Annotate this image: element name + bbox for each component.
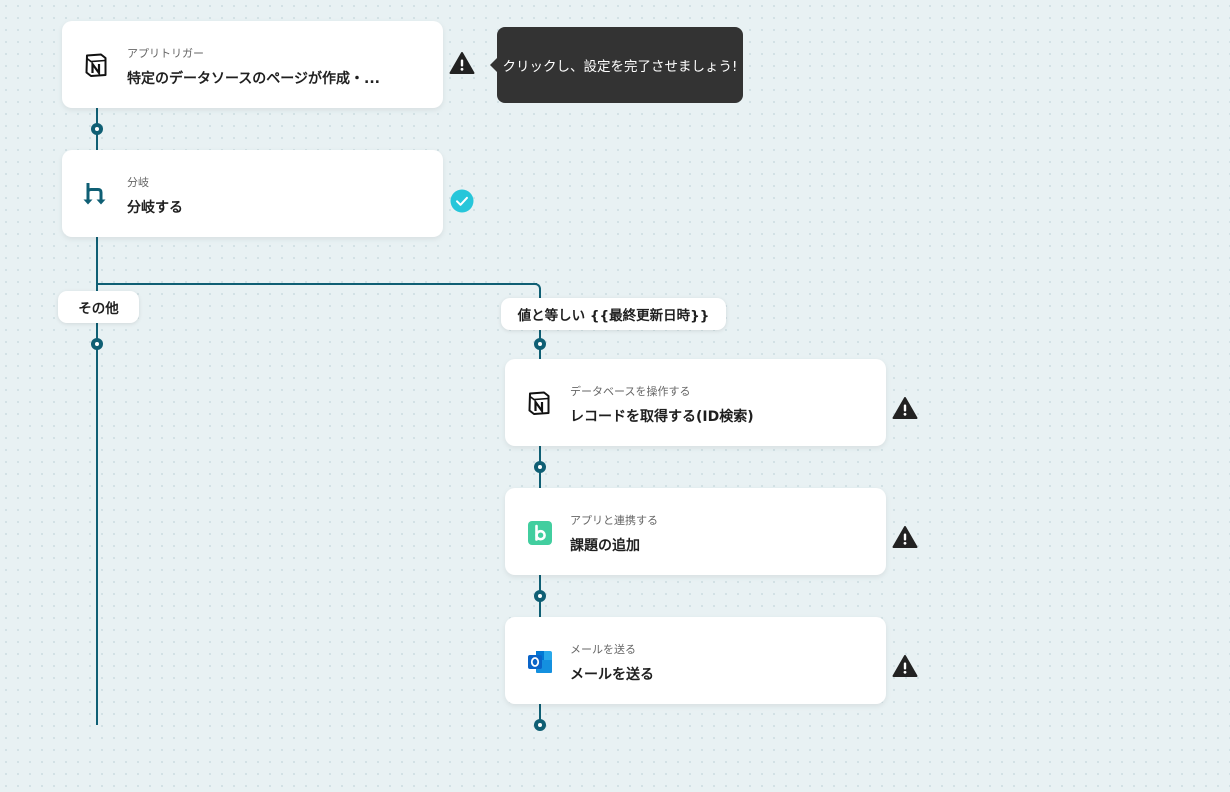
warning-icon[interactable] xyxy=(892,654,918,678)
trigger-card[interactable]: アプリトリガー 特定のデータソースのページが作成・... xyxy=(62,21,443,108)
step-title: メールを送る xyxy=(570,667,654,683)
setup-tooltip: クリックし、設定を完了させましょう! xyxy=(490,27,743,103)
warning-icon[interactable] xyxy=(892,525,918,549)
branch-subtitle: 分岐 xyxy=(127,176,149,189)
warning-icon[interactable] xyxy=(892,396,918,420)
check-icon[interactable] xyxy=(450,189,474,213)
outlook-icon xyxy=(526,648,554,676)
step-title: レコードを取得する(ID検索) xyxy=(570,409,754,425)
backlog-icon xyxy=(527,520,553,546)
step-subtitle: メールを送る xyxy=(570,643,636,656)
branch-title: 分岐する xyxy=(127,200,183,216)
branch-card[interactable]: 分岐 分岐する xyxy=(62,150,443,237)
step-title: 課題の追加 xyxy=(570,538,640,554)
step-card-send-mail[interactable]: メールを送る メールを送る xyxy=(505,617,886,704)
step-subtitle: データベースを操作する xyxy=(570,385,691,398)
step-card-add-issue[interactable]: アプリと連携する 課題の追加 xyxy=(505,488,886,575)
step-subtitle: アプリと連携する xyxy=(570,514,658,527)
add-step-node[interactable] xyxy=(534,590,546,602)
add-step-node[interactable] xyxy=(91,123,103,135)
notion-icon xyxy=(82,51,112,81)
notion-icon xyxy=(525,389,555,419)
step-card-get-record[interactable]: データベースを操作する レコードを取得する(ID検索) xyxy=(505,359,886,446)
branch-label-other[interactable]: その他 xyxy=(58,291,139,323)
warning-icon[interactable] xyxy=(449,51,475,75)
connector-horizontal xyxy=(96,283,537,285)
add-step-node[interactable] xyxy=(534,338,546,350)
branch-icon xyxy=(82,180,112,210)
trigger-title: 特定のデータソースのページが作成・... xyxy=(127,71,380,87)
add-step-node[interactable] xyxy=(534,719,546,731)
branch-label-condition[interactable]: 値と等しい {{最終更新日時}} xyxy=(501,298,726,330)
add-step-node[interactable] xyxy=(534,461,546,473)
add-step-node[interactable] xyxy=(91,338,103,350)
trigger-subtitle: アプリトリガー xyxy=(127,47,204,60)
